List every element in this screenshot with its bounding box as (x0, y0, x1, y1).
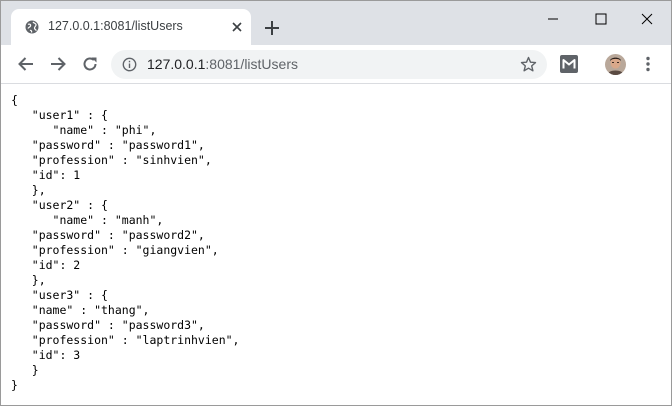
tab-title: 127.0.0.1:8081/listUsers (48, 19, 183, 33)
url-path: :8081/listUsers (205, 56, 298, 72)
tab-strip: 127.0.0.1:8081/listUsers (1, 1, 671, 45)
minimize-icon[interactable] (543, 9, 563, 29)
avatar[interactable] (605, 54, 626, 75)
arrow-right-icon[interactable] (49, 55, 67, 73)
json-response-text: { "user1" : { "name" : "phi", "password"… (11, 93, 240, 392)
info-icon[interactable] (122, 57, 137, 72)
address-bar[interactable]: 127.0.0.1:8081/listUsers (111, 50, 547, 79)
active-tab[interactable]: 127.0.0.1:8081/listUsers (11, 9, 251, 45)
browser-window: 127.0.0.1:8081/listUsers 127.0.0.1:8081/… (0, 0, 672, 406)
star-icon[interactable] (520, 56, 537, 73)
profile-photo-icon (605, 54, 626, 75)
maximize-icon[interactable] (591, 9, 611, 29)
globe-icon (25, 20, 39, 34)
close-icon[interactable] (229, 19, 245, 35)
url-host: 127.0.0.1 (147, 56, 206, 72)
url-text[interactable]: 127.0.0.1:8081/listUsers (147, 56, 298, 72)
kebab-menu-icon[interactable] (642, 55, 654, 73)
arrow-left-icon[interactable] (17, 55, 35, 73)
window-close-icon[interactable] (637, 9, 657, 29)
plus-icon[interactable] (264, 20, 280, 36)
page-content: { "user1" : { "name" : "phi", "password"… (1, 84, 671, 404)
reload-icon[interactable] (81, 55, 99, 73)
gmail-m-icon[interactable] (560, 55, 578, 73)
